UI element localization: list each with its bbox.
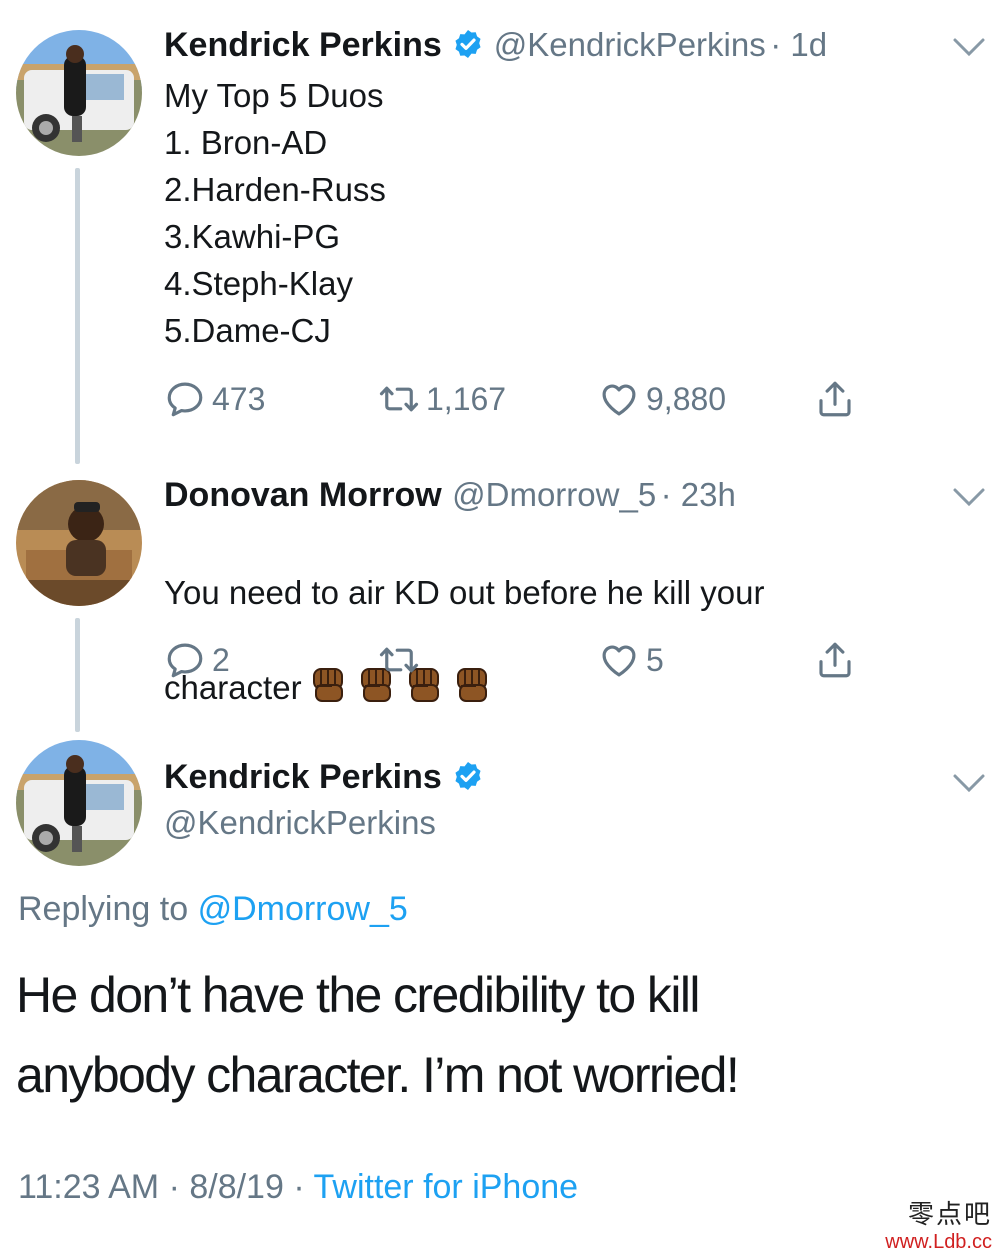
share-icon xyxy=(819,642,851,678)
watermark-url: www.Ldb.cc xyxy=(885,1231,992,1253)
chevron-down-icon[interactable] xyxy=(952,772,986,794)
thread-line xyxy=(75,618,80,732)
verified-badge-icon xyxy=(455,30,481,58)
replying-to-link[interactable]: @Dmorrow_5 xyxy=(198,890,408,928)
like-button[interactable]: 9,880 xyxy=(598,377,726,421)
reply-count: 2 xyxy=(212,641,230,678)
watermark-title: 零点吧 xyxy=(907,1200,992,1230)
tweet-time[interactable]: · 1d xyxy=(770,26,827,63)
replying-to: Replying to @Dmorrow_5 xyxy=(18,890,408,929)
tweet3-header: Kendrick Perkins xyxy=(164,758,494,797)
heart-icon xyxy=(602,645,636,677)
tweet1-header: Kendrick Perkins @KendrickPerkins · 1d xyxy=(164,26,827,65)
author-handle[interactable]: @Dmorrow_5 xyxy=(452,476,656,513)
chevron-down-icon[interactable] xyxy=(952,36,986,58)
replying-to-label: Replying to xyxy=(18,890,189,928)
share-icon xyxy=(819,381,851,417)
retweet-button[interactable]: 1,167 xyxy=(378,377,506,421)
verified-badge-icon xyxy=(455,762,481,790)
reply-button[interactable]: 473 xyxy=(164,377,265,421)
tweet-text-line: You need to air KD out before he kill yo… xyxy=(164,574,765,611)
avatar-kendrick-perkins[interactable] xyxy=(16,740,142,866)
tweet-body: He don’t have the credibility to kill an… xyxy=(16,955,740,1115)
tweet-timestamp[interactable]: 11:23 AM · 8/8/19 · xyxy=(18,1168,305,1206)
like-count: 5 xyxy=(646,641,664,678)
author-handle[interactable]: @KendrickPerkins xyxy=(494,26,766,63)
thread-line xyxy=(75,168,80,464)
share-button[interactable] xyxy=(814,377,856,421)
reply-icon xyxy=(167,382,203,417)
tweet-metadata: 11:23 AM · 8/8/19 · Twitter for iPhone xyxy=(18,1168,578,1207)
share-button[interactable] xyxy=(814,638,856,682)
retweet-button[interactable] xyxy=(378,638,426,682)
avatar-kendrick-perkins[interactable] xyxy=(16,30,142,156)
tweet-text-line: anybody character. I’m not worried! xyxy=(16,1047,740,1103)
avatar-donovan-morrow[interactable] xyxy=(16,480,142,606)
like-count: 9,880 xyxy=(646,380,727,417)
raised-fist-emoji-icon xyxy=(312,668,343,702)
tweet2-header: Donovan Morrow @Dmorrow_5 · 23h xyxy=(164,476,736,515)
retweet-icon xyxy=(379,647,419,673)
like-button[interactable]: 5 xyxy=(598,638,664,682)
author-handle[interactable]: @KendrickPerkins xyxy=(164,804,436,842)
tweet-time[interactable]: · 23h xyxy=(661,476,736,513)
raised-fist-emoji-icon xyxy=(456,668,487,702)
author-name[interactable]: Kendrick Perkins xyxy=(164,26,442,64)
author-name[interactable]: Kendrick Perkins xyxy=(164,758,442,796)
tweet-body: My Top 5 Duos 1. Bron-AD 2.Harden-Russ 3… xyxy=(164,77,386,349)
author-name[interactable]: Donovan Morrow xyxy=(164,476,442,514)
tweet-text-line: He don’t have the credibility to kill xyxy=(16,967,700,1023)
reply-count: 473 xyxy=(212,380,266,417)
retweet-count: 1,167 xyxy=(426,380,507,417)
retweet-icon xyxy=(379,386,419,412)
heart-icon xyxy=(602,384,636,416)
reply-button[interactable]: 2 xyxy=(164,638,230,682)
chevron-down-icon[interactable] xyxy=(952,486,986,508)
reply-icon xyxy=(167,643,203,678)
tweet-source-link[interactable]: Twitter for iPhone xyxy=(314,1168,579,1206)
watermark: 零点吧 www.Ldb.cc xyxy=(885,1194,992,1254)
